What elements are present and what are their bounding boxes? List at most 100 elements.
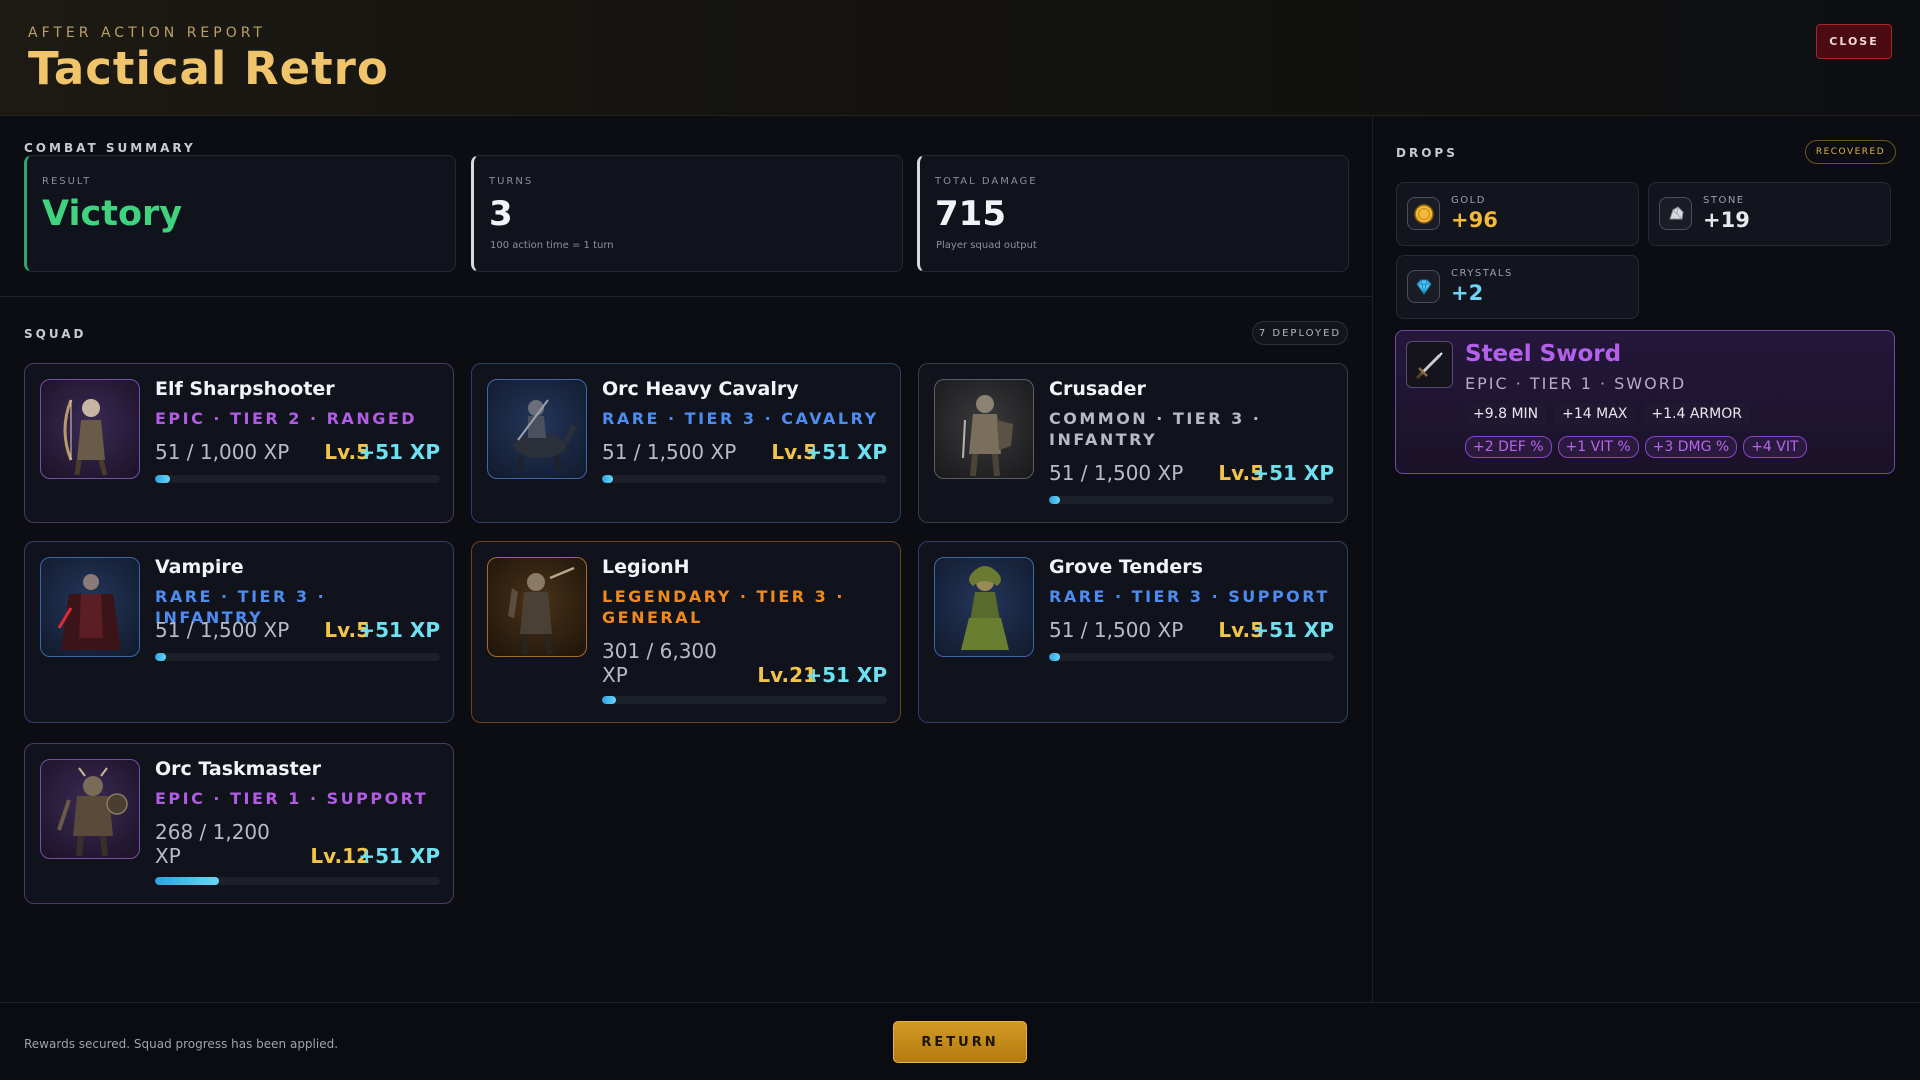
unit-tags: EPIC · TIER 2 · RANGED: [155, 409, 418, 428]
item-bonuses: +2 DEF % +1 VIT % +3 DMG % +4 VIT: [1465, 436, 1807, 458]
unit-name: Orc Taskmaster: [155, 758, 321, 780]
stone-drop: STONE +19: [1648, 182, 1891, 246]
unit-card[interactable]: Grove Tenders RARE · TIER 3 · SUPPORT 51 /…: [918, 541, 1348, 723]
unit-xp-gain: +51 XP: [1252, 461, 1334, 485]
item-name: Steel Sword: [1465, 341, 1622, 367]
result-card: RESULT Victory: [24, 155, 456, 272]
unit-xp-gain: +51 XP: [358, 844, 440, 868]
unit-card[interactable]: Orc Heavy Cavalry RARE · TIER 3 · CAVALRY…: [471, 363, 901, 523]
crystals-drop: CRYSTALS +2: [1396, 255, 1639, 319]
damage-note: Player squad output: [936, 240, 1037, 251]
unit-xp-row: 51 / 1,500 XP Lv.5 +51 XP: [602, 440, 887, 468]
unit-xp-bar: [1049, 653, 1334, 661]
unit-xp-row: 51 / 1,500 XP Lv.5 +51 XP: [1049, 461, 1334, 489]
unit-xp-gain: +51 XP: [1252, 618, 1334, 642]
turns-card: TURNS 3 100 action time = 1 turn: [471, 155, 903, 272]
unit-xp-fill: [602, 475, 614, 483]
footer: Rewards secured. Squad progress has been…: [0, 1002, 1920, 1080]
unit-xp-bar: [155, 475, 440, 483]
unit-tags: EPIC · TIER 1 · SUPPORT: [155, 789, 429, 808]
item-stat: +1.4 ARMOR: [1643, 403, 1750, 425]
crystals-value: +2: [1451, 281, 1484, 305]
unit-portrait: [40, 759, 140, 859]
gold-value: +96: [1451, 208, 1498, 232]
unit-xp-fill: [1049, 496, 1061, 504]
unit-card[interactable]: LegionH LEGENDARY · TIER 3 · GENERAL 301 /…: [471, 541, 901, 723]
damage-label: TOTAL DAMAGE: [935, 176, 1038, 187]
unit-xp: 51 / 1,500 XP: [1049, 461, 1184, 485]
crystal-icon: [1407, 270, 1440, 303]
unit-tags: LEGENDARY · TIER 3 · GENERAL: [602, 587, 845, 627]
combat-summary-label: COMBAT SUMMARY: [24, 141, 196, 155]
item-stat: +14 MAX: [1554, 403, 1636, 425]
damage-card: TOTAL DAMAGE 715 Player squad output: [917, 155, 1349, 272]
unit-card[interactable]: Vampire RARE · TIER 3 · INFANTRY 51 / 1,50…: [24, 541, 454, 723]
unit-portrait: [487, 557, 587, 657]
unit-card[interactable]: Orc Taskmaster EPIC · TIER 1 · SUPPORT 268…: [24, 743, 454, 904]
item-bonus: +1 VIT %: [1557, 436, 1639, 458]
unit-portrait: [40, 379, 140, 479]
unit-xp-bar: [1049, 496, 1334, 504]
unit-xp-gain: +51 XP: [358, 440, 440, 464]
header: AFTER ACTION REPORT Tactical Retro CLOSE: [0, 0, 1920, 116]
turns-note: 100 action time = 1 turn: [490, 240, 614, 251]
unit-xp-bar: [602, 696, 887, 704]
unit-portrait: [934, 379, 1034, 479]
gold-label: GOLD: [1451, 195, 1486, 206]
turns-label: TURNS: [489, 176, 534, 187]
column-divider: [1372, 116, 1373, 1002]
unit-xp-gain: +51 XP: [805, 440, 887, 464]
return-button[interactable]: RETURN: [893, 1021, 1027, 1063]
stone-icon: [1659, 197, 1692, 230]
unit-xp-row: 51 / 1,500 XP Lv.5 +51 XP: [1049, 618, 1334, 646]
unit-xp-bar: [155, 877, 440, 885]
unit-xp: 51 / 1,500 XP: [155, 618, 290, 642]
gold-coin-icon: [1407, 197, 1440, 230]
unit-xp: 51 / 1,500 XP: [602, 440, 737, 464]
item-bonus: +2 DEF %: [1465, 436, 1552, 458]
item-drop-card[interactable]: Steel Sword EPIC · TIER 1 · SWORD +9.8 M…: [1395, 330, 1895, 474]
item-stat: +9.8 MIN: [1465, 403, 1547, 425]
stone-value: +19: [1703, 208, 1750, 232]
unit-name: Vampire: [155, 556, 244, 578]
stone-label: STONE: [1703, 195, 1745, 206]
unit-xp-fill: [155, 475, 170, 483]
unit-xp-fill: [155, 653, 167, 661]
unit-xp-gain: +51 XP: [358, 618, 440, 642]
unit-name: Orc Heavy Cavalry: [602, 378, 799, 400]
sword-icon: [1406, 341, 1453, 388]
close-button[interactable]: CLOSE: [1816, 24, 1892, 59]
crystals-label: CRYSTALS: [1451, 268, 1513, 279]
item-subtitle: EPIC · TIER 1 · SWORD: [1465, 374, 1687, 393]
unit-xp-row: 51 / 1,500 XP Lv.5 +51 XP: [155, 618, 440, 646]
page-title: Tactical Retro: [28, 42, 389, 95]
unit-xp: 301 / 6,300 XP: [602, 639, 717, 687]
unit-xp-fill: [1049, 653, 1061, 661]
unit-xp-row: 301 / 6,300 XP Lv.21 +51 XP: [602, 639, 887, 691]
unit-portrait: [40, 557, 140, 657]
report-kicker: AFTER ACTION REPORT: [28, 25, 266, 41]
unit-xp-fill: [602, 696, 616, 704]
squad-label: SQUAD: [24, 327, 87, 341]
gold-drop: GOLD +96: [1396, 182, 1639, 246]
unit-xp-row: 268 / 1,200 XP Lv.12 +51 XP: [155, 820, 440, 872]
unit-xp-gain: +51 XP: [805, 663, 887, 687]
unit-card[interactable]: Elf Sharpshooter EPIC · TIER 2 · RANGED 51…: [24, 363, 454, 523]
unit-xp: 268 / 1,200 XP: [155, 820, 270, 868]
unit-name: Crusader: [1049, 378, 1146, 400]
unit-xp-bar: [155, 653, 440, 661]
unit-card[interactable]: Crusader COMMON · TIER 3 · INFANTRY 51 / 1…: [918, 363, 1348, 523]
unit-tags: RARE · TIER 3 · SUPPORT: [1049, 587, 1330, 606]
unit-xp: 51 / 1,500 XP: [1049, 618, 1184, 642]
drops-label: DROPS: [1396, 146, 1458, 160]
result-label: RESULT: [42, 176, 92, 187]
unit-name: Elf Sharpshooter: [155, 378, 335, 400]
unit-tags: COMMON · TIER 3 · INFANTRY: [1049, 409, 1262, 449]
unit-portrait: [487, 379, 587, 479]
footer-status: Rewards secured. Squad progress has been…: [24, 1037, 339, 1051]
turns-value: 3: [489, 194, 513, 234]
unit-xp: 51 / 1,000 XP: [155, 440, 290, 464]
section-divider: [0, 296, 1372, 297]
item-stats: +9.8 MIN +14 MAX +1.4 ARMOR: [1465, 403, 1750, 425]
unit-tags: RARE · TIER 3 · CAVALRY: [602, 409, 879, 428]
